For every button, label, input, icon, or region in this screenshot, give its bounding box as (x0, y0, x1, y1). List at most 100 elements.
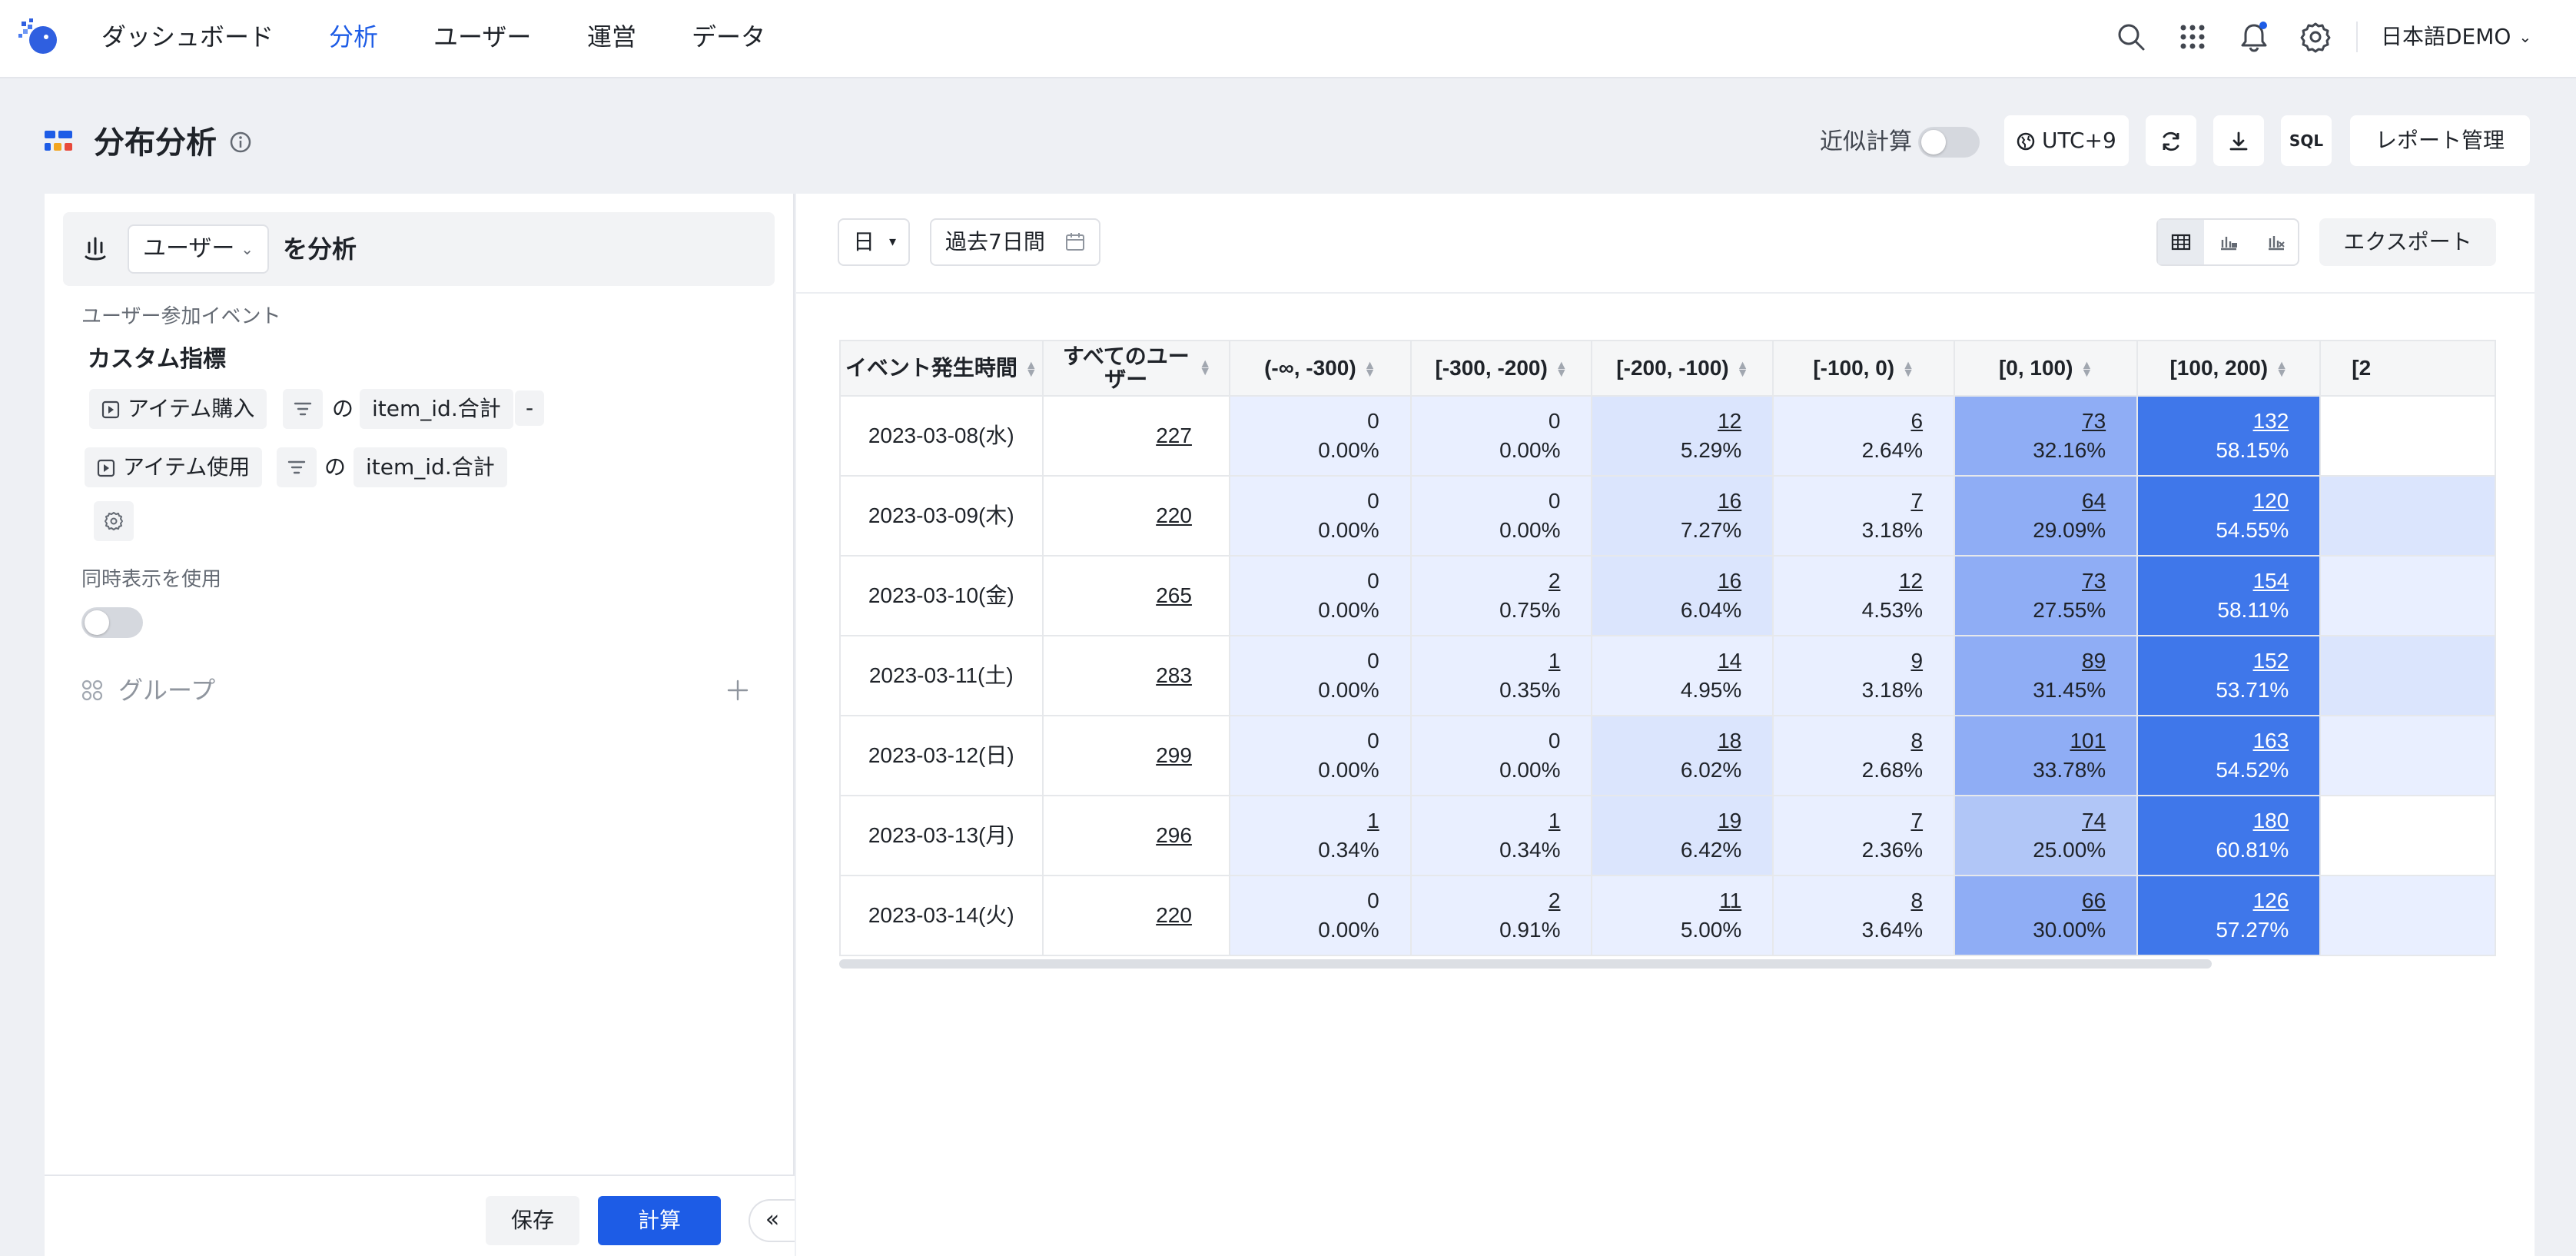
settings-gear-icon[interactable] (2299, 21, 2332, 53)
user-count-link[interactable]: 1 (1412, 646, 1561, 676)
sql-button[interactable]: SQL (2281, 115, 2332, 166)
user-count-link[interactable]: 66 (1955, 886, 2106, 915)
user-count-link[interactable]: 101 (1955, 726, 2106, 756)
total-users-link[interactable]: 220 (1156, 503, 1192, 527)
simultaneous-display-toggle[interactable] (81, 607, 143, 638)
user-count-link[interactable]: 89 (1955, 646, 2106, 676)
column-header[interactable]: [-300, -200) ▲ ▼ (1409, 340, 1593, 397)
total-users-link[interactable]: 227 (1156, 424, 1192, 447)
column-header[interactable]: すべてのユーザー ▲ ▼ (1041, 340, 1230, 397)
column-header[interactable]: [2 (2319, 340, 2496, 397)
metric-settings-button[interactable] (94, 501, 134, 541)
user-count-link[interactable]: 64 (1955, 487, 2106, 516)
calculate-button[interactable]: 計算 (598, 1196, 721, 1245)
filter-button[interactable] (277, 447, 317, 487)
user-count-link[interactable]: 1 (1412, 806, 1561, 836)
user-count-link[interactable]: 163 (2138, 726, 2289, 756)
date-range-picker[interactable]: 過去7日間 (930, 218, 1100, 266)
nav-data[interactable]: データ (692, 18, 765, 55)
column-header[interactable]: イベント発生時間 ▲ ▼ (839, 340, 1044, 397)
sort-icon[interactable]: ▲ ▼ (1364, 359, 1376, 379)
user-count-link[interactable]: 73 (1955, 407, 2106, 436)
total-users-link[interactable]: 220 (1156, 903, 1192, 927)
subject-dropdown[interactable]: ユーザー ⌄ (128, 224, 269, 274)
user-count-link[interactable]: 11 (1592, 886, 1741, 915)
total-users-link[interactable]: 265 (1156, 583, 1192, 607)
search-icon[interactable] (2115, 21, 2147, 53)
user-count-link[interactable]: 19 (1592, 806, 1741, 836)
column-header[interactable]: [0, 100) ▲ ▼ (1954, 340, 2139, 397)
total-users-link[interactable]: 299 (1156, 743, 1192, 767)
user-count-link[interactable]: 154 (2138, 567, 2289, 596)
apps-grid-icon[interactable] (2176, 21, 2209, 53)
distribution-cell: 2 0.91% (1409, 875, 1593, 956)
sort-icon[interactable]: ▲ ▼ (1025, 359, 1037, 379)
sort-icon[interactable]: ▲ ▼ (1902, 359, 1914, 379)
export-button[interactable]: エクスポート (2319, 218, 2496, 266)
user-count-link[interactable]: 2 (1412, 886, 1561, 915)
user-count-link[interactable]: 1 (1230, 806, 1379, 836)
total-users-link[interactable]: 296 (1156, 823, 1192, 847)
user-count-link[interactable]: 16 (1592, 567, 1741, 596)
user-count-link[interactable]: 7 (1774, 806, 1923, 836)
granularity-dropdown[interactable]: 日 ▾ (838, 218, 910, 266)
user-count-link[interactable]: 132 (2138, 407, 2289, 436)
distribution-cell (2319, 795, 2496, 876)
nav-operations[interactable]: 運営 (587, 18, 636, 55)
report-manage-button[interactable]: レポート管理 (2350, 115, 2530, 166)
user-count-link[interactable]: 2 (1412, 567, 1561, 596)
total-users-link[interactable]: 283 (1156, 663, 1192, 687)
sort-icon[interactable]: ▲ ▼ (2276, 359, 2288, 379)
notification-bell-icon[interactable] (2238, 21, 2270, 53)
horizontal-scrollbar[interactable] (839, 959, 2212, 969)
nav-dashboard[interactable]: ダッシュボード (101, 18, 274, 55)
user-count-link[interactable]: 16 (1592, 487, 1741, 516)
top-navigation-bar: ダッシュボード 分析 ユーザー 運営 データ 日本語DEMO ⌄ (0, 0, 2576, 78)
user-count-link[interactable]: 7 (1774, 487, 1923, 516)
filter-button[interactable] (283, 389, 323, 429)
user-count-link[interactable]: 12 (1592, 407, 1741, 436)
nav-analysis[interactable]: 分析 (329, 18, 378, 55)
user-count-link[interactable]: 8 (1774, 886, 1923, 915)
approx-calc-toggle[interactable] (1918, 127, 1980, 158)
user-count-link[interactable]: 73 (1955, 567, 2106, 596)
add-group-plus-icon[interactable] (725, 678, 750, 703)
operator-chip[interactable]: - (515, 390, 545, 426)
user-count-link[interactable]: 8 (1774, 726, 1923, 756)
sort-icon[interactable]: ▲ ▼ (2080, 359, 2093, 379)
refresh-button[interactable] (2146, 115, 2196, 166)
download-button[interactable] (2213, 115, 2264, 166)
user-percentage: 7.27% (1680, 518, 1742, 542)
column-header[interactable]: (-∞, -300) ▲ ▼ (1228, 340, 1412, 397)
view-chart-button[interactable] (2206, 220, 2252, 264)
user-count-link[interactable]: 14 (1592, 646, 1741, 676)
event-chip-use[interactable]: アイテム使用 (85, 447, 263, 487)
timezone-button[interactable]: UTC+9 (2004, 115, 2129, 166)
view-table-button[interactable] (2158, 220, 2204, 264)
sort-icon[interactable]: ▲ ▼ (1199, 358, 1211, 378)
brand-logo-icon[interactable] (17, 17, 60, 60)
info-icon[interactable] (229, 131, 252, 154)
column-header[interactable]: [100, 200) ▲ ▼ (2136, 340, 2322, 397)
user-count-link[interactable]: 120 (2138, 487, 2289, 516)
user-count-link[interactable]: 6 (1774, 407, 1923, 436)
field-chip[interactable]: item_id.合計 (360, 389, 513, 429)
user-count-link[interactable]: 126 (2138, 886, 2289, 915)
user-count-link[interactable]: 152 (2138, 646, 2289, 676)
save-button[interactable]: 保存 (486, 1196, 579, 1245)
column-header[interactable]: [-100, 0) ▲ ▼ (1772, 340, 1956, 397)
language-selector[interactable]: 日本語DEMO ⌄ (2381, 20, 2531, 54)
user-count-link[interactable]: 180 (2138, 806, 2289, 836)
user-count-link[interactable]: 18 (1592, 726, 1741, 756)
field-chip[interactable]: item_id.合計 (354, 447, 507, 487)
sort-icon[interactable]: ▲ ▼ (1737, 359, 1749, 379)
user-count-link[interactable]: 74 (1955, 806, 2106, 836)
sort-icon[interactable]: ▲ ▼ (1555, 359, 1568, 379)
nav-users[interactable]: ユーザー (433, 18, 531, 55)
user-count-link[interactable]: 12 (1774, 567, 1923, 596)
column-header[interactable]: [-200, -100) ▲ ▼ (1591, 340, 1774, 397)
user-count-link[interactable]: 9 (1774, 646, 1923, 676)
view-stacked-chart-button[interactable] (2253, 220, 2299, 264)
event-chip-purchase[interactable]: アイテム購入 (89, 389, 267, 429)
collapse-panel-button[interactable]: « (749, 1199, 795, 1242)
